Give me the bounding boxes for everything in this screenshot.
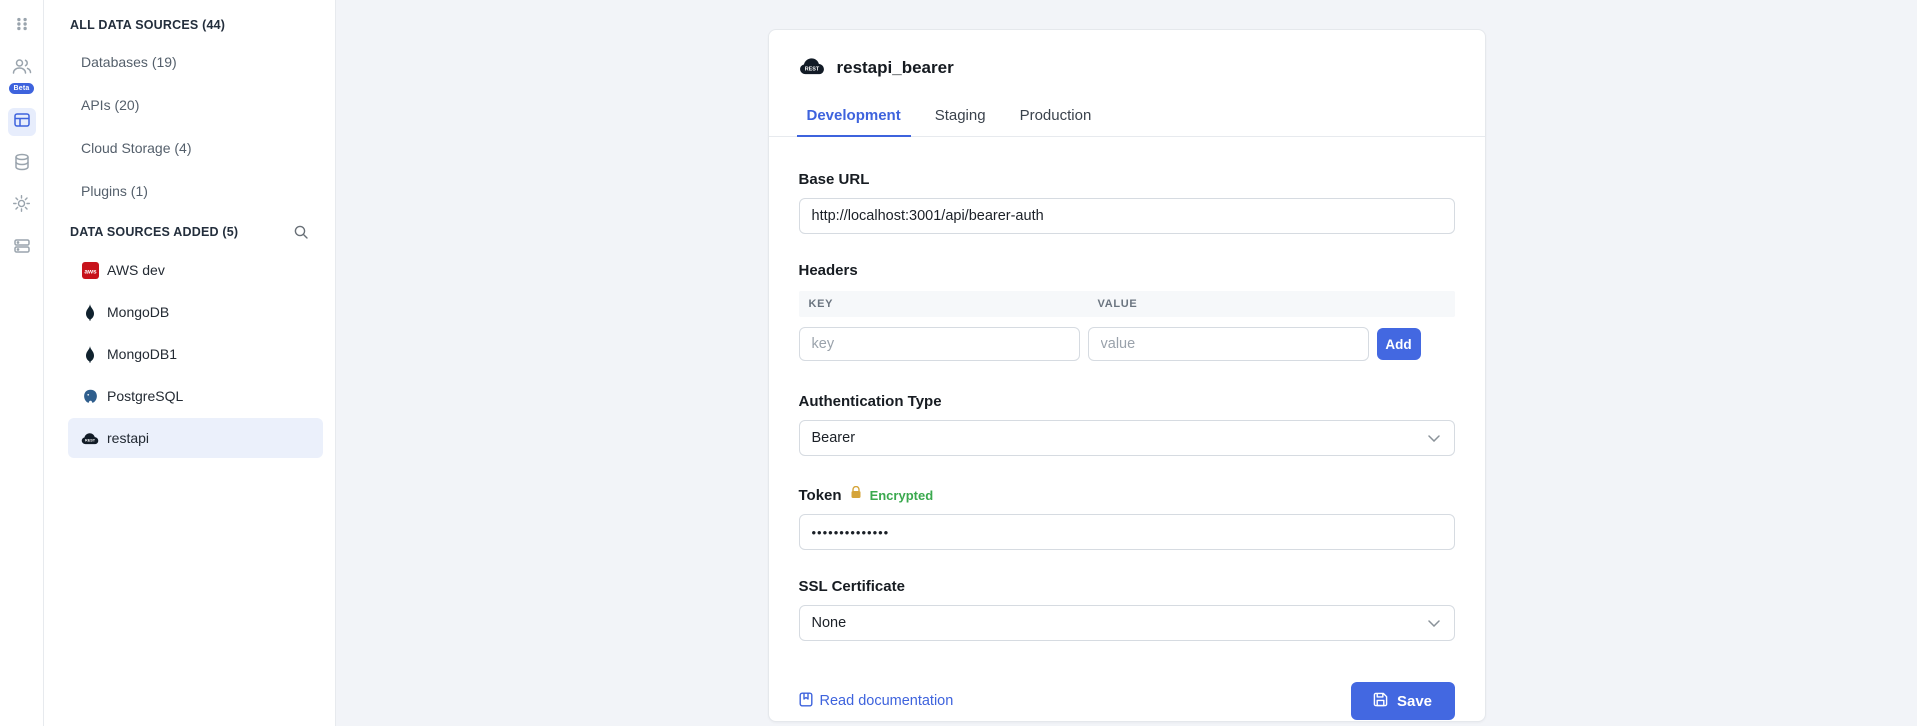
data-source-table-icon xyxy=(13,111,31,134)
all-data-sources-header: ALL DATA SOURCES (44) xyxy=(70,18,225,32)
base-url-input[interactable] xyxy=(799,198,1455,234)
workspaces-icon-button[interactable] xyxy=(8,54,36,82)
headers-table-header: KEY VALUE xyxy=(799,291,1455,317)
source-label: restapi xyxy=(107,430,149,446)
data-sources-sidebar: ALL DATA SOURCES (44) Databases (19) API… xyxy=(44,0,336,726)
ssl-certificate-value: None xyxy=(812,615,847,631)
chevron-down-icon xyxy=(1428,615,1440,631)
search-icon[interactable] xyxy=(293,224,309,240)
read-documentation-label: Read documentation xyxy=(820,693,954,709)
list-item-restapi[interactable]: REST restapi xyxy=(68,418,323,458)
header-row: Add xyxy=(799,327,1455,361)
sidebar-item-apis[interactable]: APIs (20) xyxy=(68,85,323,125)
users-icon xyxy=(12,58,32,79)
encrypted-badge: Encrypted xyxy=(870,488,934,503)
sidebar-item-databases[interactable]: Databases (19) xyxy=(68,42,323,82)
list-item-aws-dev[interactable]: aws AWS dev xyxy=(68,250,323,290)
aws-icon: aws xyxy=(81,261,99,279)
tab-production[interactable]: Production xyxy=(1010,98,1102,136)
auth-type-select[interactable]: Bearer xyxy=(799,420,1455,456)
data-source-card: REST restapi_bearer Development Staging … xyxy=(768,29,1486,722)
list-item-postgresql[interactable]: PostgreSQL xyxy=(68,376,323,416)
auth-type-label: Authentication Type xyxy=(799,393,1455,410)
database-cylinder-icon xyxy=(13,153,31,176)
headers-label: Headers xyxy=(799,262,1455,279)
svg-text:REST: REST xyxy=(85,438,96,442)
svg-text:REST: REST xyxy=(804,66,819,72)
sidebar-item-cloud-storage[interactable]: Cloud Storage (4) xyxy=(68,128,323,168)
save-button[interactable]: Save xyxy=(1351,682,1455,720)
lock-icon xyxy=(850,486,862,504)
postgresql-icon xyxy=(81,387,99,405)
environment-tabs: Development Staging Production xyxy=(769,98,1485,137)
database-icon-button[interactable] xyxy=(8,150,36,178)
instances-icon-button[interactable] xyxy=(8,234,36,262)
data-sources-icon-button[interactable] xyxy=(8,108,36,136)
app-root: Beta xyxy=(0,0,1917,726)
left-icon-rail: Beta xyxy=(0,0,44,726)
ssl-certificate-select[interactable]: None xyxy=(799,605,1455,641)
apps-grid-icon xyxy=(14,16,30,37)
base-url-label: Base URL xyxy=(799,171,1455,188)
gear-icon xyxy=(12,194,31,218)
header-value-input[interactable] xyxy=(1088,327,1369,361)
source-label: AWS dev xyxy=(107,262,165,278)
auth-type-value: Bearer xyxy=(812,430,856,446)
settings-icon-button[interactable] xyxy=(8,192,36,220)
list-item-mongodb[interactable]: MongoDB xyxy=(68,292,323,332)
page-title: restapi_bearer xyxy=(837,58,954,78)
list-item-mongodb1[interactable]: MongoDB1 xyxy=(68,334,323,374)
header-key-input[interactable] xyxy=(799,327,1080,361)
document-icon xyxy=(799,692,813,711)
data-sources-added-header: DATA SOURCES ADDED (5) xyxy=(70,225,238,239)
save-icon xyxy=(1373,692,1388,711)
svg-text:aws: aws xyxy=(84,268,97,275)
restapi-icon: REST xyxy=(81,429,99,447)
source-label: PostgreSQL xyxy=(107,388,183,404)
read-documentation-link[interactable]: Read documentation xyxy=(799,692,954,711)
tab-development[interactable]: Development xyxy=(797,98,911,137)
value-column-header: VALUE xyxy=(1088,298,1138,310)
source-label: MongoDB1 xyxy=(107,346,177,362)
chevron-down-icon xyxy=(1428,430,1440,446)
key-column-header: KEY xyxy=(799,298,1088,310)
tab-staging[interactable]: Staging xyxy=(925,98,996,136)
mongodb-icon xyxy=(81,345,99,363)
restapi-icon: REST xyxy=(799,57,825,80)
token-label: Token xyxy=(799,487,842,504)
ssl-certificate-label: SSL Certificate xyxy=(799,578,1455,595)
server-stack-icon xyxy=(13,237,31,260)
add-header-button[interactable]: Add xyxy=(1377,328,1421,360)
source-label: MongoDB xyxy=(107,304,169,320)
main-content: REST restapi_bearer Development Staging … xyxy=(336,0,1917,726)
token-input[interactable] xyxy=(799,514,1455,550)
sidebar-item-plugins[interactable]: Plugins (1) xyxy=(68,171,323,211)
save-label: Save xyxy=(1397,693,1432,710)
mongodb-icon xyxy=(81,303,99,321)
apps-icon-button[interactable] xyxy=(8,12,36,40)
beta-badge: Beta xyxy=(9,83,35,94)
